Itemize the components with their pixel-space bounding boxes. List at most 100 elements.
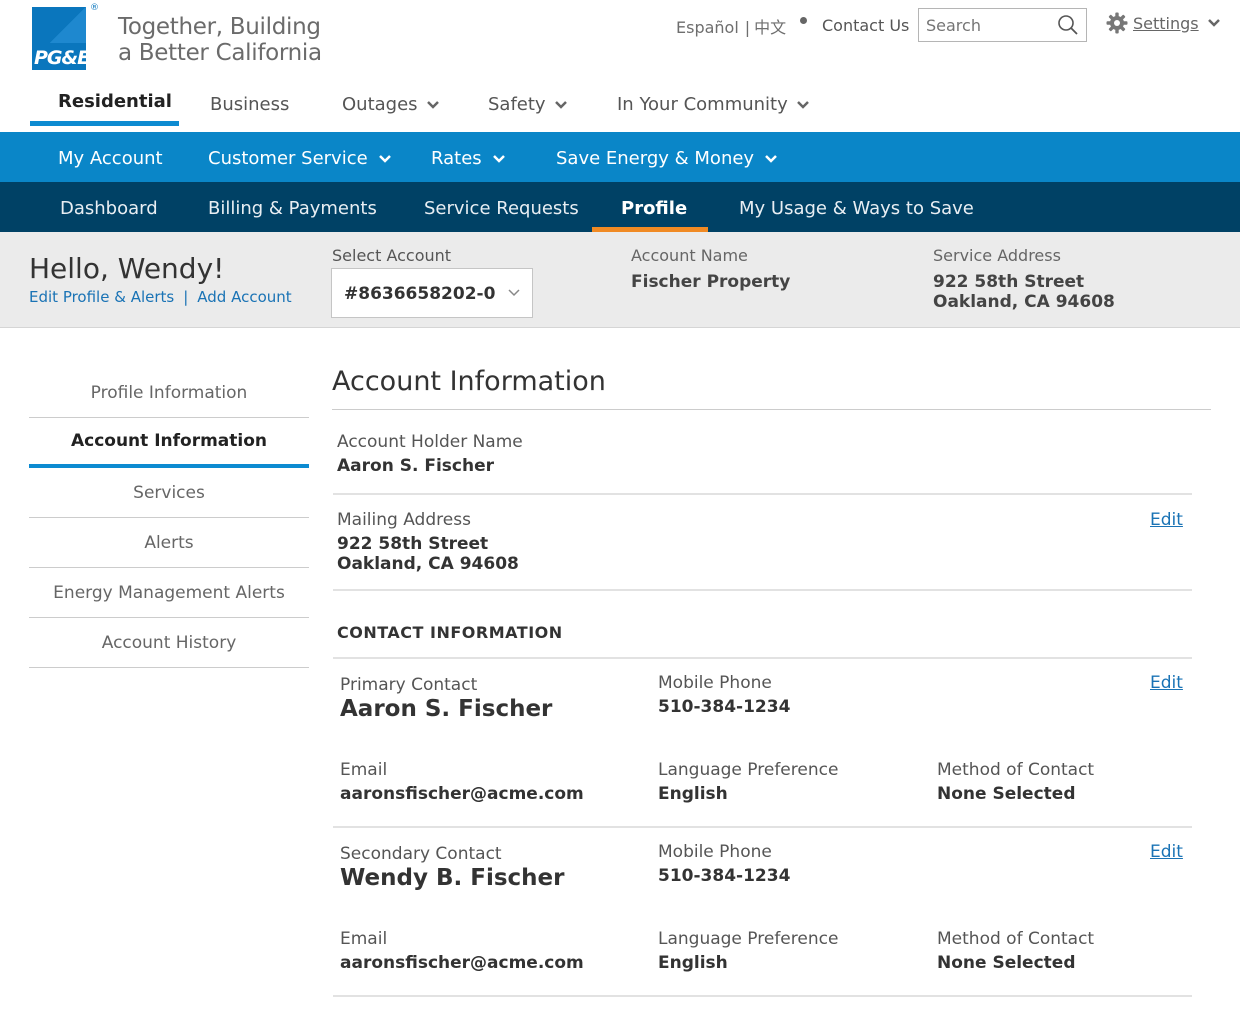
row-divider	[333, 589, 1192, 591]
profile-sidebar: Profile Information Account Information …	[29, 368, 309, 668]
account-select[interactable]: #8636658202-0	[331, 268, 533, 318]
lang-chinese-link[interactable]: 中文	[754, 18, 786, 37]
contact-us-link[interactable]: Contact Us	[822, 16, 909, 35]
sidebar-item-alerts[interactable]: Alerts	[29, 518, 309, 568]
chevron-down-icon	[378, 154, 391, 163]
nav-my-usage[interactable]: My Usage & Ways to Save	[739, 198, 974, 219]
language-switcher: Español | 中文	[676, 14, 786, 38]
secondary-nav: My Account Customer Service Rates Save E…	[0, 132, 1240, 182]
secondary-email-value: aaronsfischer@acme.com	[340, 953, 584, 973]
mailing-address-value: 922 58th Street Oakland, CA 94608	[337, 534, 519, 574]
lang-spanish-link[interactable]: Español	[676, 18, 739, 37]
secondary-mobile-value: 510-384-1234	[658, 866, 791, 886]
row-divider	[333, 657, 1192, 659]
nav-rates[interactable]: Rates	[431, 148, 506, 169]
nav-profile[interactable]: Profile	[621, 198, 687, 219]
sidebar-item-services[interactable]: Services	[29, 468, 309, 518]
tagline-line2: a Better California	[118, 40, 322, 66]
secondary-method-value: None Selected	[937, 953, 1076, 973]
logo-text: PG&E	[34, 47, 90, 69]
row-divider	[333, 995, 1192, 997]
secondary-contact-name: Wendy B. Fischer	[340, 865, 565, 891]
account-nav: Dashboard Billing & Payments Service Req…	[0, 182, 1240, 232]
chevron-down-icon	[1207, 19, 1220, 27]
site-header: ® PG&E Together, Building a Better Calif…	[0, 0, 1240, 80]
chevron-down-icon	[796, 100, 809, 109]
nav-in-your-community[interactable]: In Your Community	[617, 94, 810, 115]
nav-billing-payments[interactable]: Billing & Payments	[208, 198, 377, 219]
page-title: Account Information	[332, 366, 606, 397]
registered-mark: ®	[90, 3, 99, 13]
secondary-method-label: Method of Contact	[937, 929, 1095, 949]
settings-label: Settings	[1133, 13, 1199, 33]
primary-method-label: Method of Contact	[937, 760, 1095, 780]
greeting: Hello, Wendy!	[29, 252, 225, 285]
edit-mailing-address-button[interactable]: Edit	[1150, 510, 1183, 530]
service-address-label: Service Address	[933, 246, 1061, 265]
chevron-down-icon	[765, 154, 777, 163]
account-summary-bar: Hello, Wendy! Edit Profile & Alerts | Ad…	[0, 232, 1240, 328]
sidebar-item-account-information[interactable]: Account Information	[29, 418, 309, 468]
nav-customer-service[interactable]: Customer Service	[208, 148, 392, 169]
edit-primary-contact-button[interactable]: Edit	[1150, 673, 1183, 693]
nav-outages-label: Outages	[342, 94, 418, 115]
title-divider	[332, 409, 1211, 410]
sidebar-item-energy-management-alerts[interactable]: Energy Management Alerts	[29, 568, 309, 618]
gear-icon	[1106, 12, 1128, 34]
nav-my-account[interactable]: My Account	[58, 148, 163, 169]
secondary-email-label: Email	[340, 929, 388, 949]
search-input[interactable]	[919, 9, 1049, 41]
tagline: Together, Building a Better California	[118, 14, 322, 66]
primary-email-label: Email	[340, 760, 388, 780]
primary-mobile-value: 510-384-1234	[658, 697, 791, 717]
contact-information-heading: CONTACT INFORMATION	[337, 623, 563, 642]
pge-logo[interactable]: ® PG&E	[32, 3, 99, 70]
lang-separator: |	[744, 18, 751, 37]
service-address-value: 922 58th Street Oakland, CA 94608	[933, 272, 1115, 312]
primary-method-value: None Selected	[937, 784, 1076, 804]
bullet-dot	[800, 17, 807, 24]
primary-email-value: aaronsfischer@acme.com	[340, 784, 584, 804]
nav-rates-label: Rates	[431, 148, 482, 169]
secondary-language-label: Language Preference	[658, 929, 839, 949]
nav-business-label: Business	[210, 94, 290, 115]
primary-contact-name: Aaron S. Fischer	[340, 696, 553, 722]
nav-my-account-label: My Account	[58, 148, 163, 169]
account-name-label: Account Name	[631, 246, 748, 265]
nav-residential-label: Residential	[58, 91, 172, 112]
mailing-address-line1: 922 58th Street	[337, 534, 489, 554]
add-account-link[interactable]: Add Account	[197, 288, 291, 306]
active-tab-indicator	[30, 121, 179, 126]
chevron-down-icon	[554, 100, 567, 109]
logo-mark	[32, 7, 86, 43]
edit-profile-link[interactable]: Edit Profile & Alerts	[29, 288, 174, 306]
primary-language-value: English	[658, 784, 728, 804]
account-links: Edit Profile & Alerts | Add Account	[29, 288, 292, 306]
nav-save-energy-label: Save Energy & Money	[556, 148, 755, 169]
chevron-down-icon	[492, 154, 505, 163]
secondary-language-value: English	[658, 953, 728, 973]
nav-safety[interactable]: Safety	[488, 94, 568, 115]
mailing-address-line2: Oakland, CA 94608	[337, 554, 519, 574]
nav-community-label: In Your Community	[617, 94, 788, 115]
nav-residential[interactable]: Residential	[58, 91, 172, 112]
edit-secondary-contact-button[interactable]: Edit	[1150, 842, 1183, 862]
sidebar-item-account-history[interactable]: Account History	[29, 618, 309, 668]
holder-name-label: Account Holder Name	[337, 432, 523, 452]
nav-service-requests[interactable]: Service Requests	[424, 198, 579, 219]
nav-outages[interactable]: Outages	[342, 94, 440, 115]
sidebar-item-profile-information[interactable]: Profile Information	[29, 368, 309, 418]
primary-mobile-label: Mobile Phone	[658, 673, 772, 693]
nav-dashboard[interactable]: Dashboard	[60, 198, 158, 219]
primary-nav: Residential Business Outages Safety In Y…	[0, 80, 1240, 132]
primary-contact-label: Primary Contact	[340, 675, 478, 695]
nav-save-energy[interactable]: Save Energy & Money	[556, 148, 778, 169]
nav-business[interactable]: Business	[210, 94, 289, 115]
tagline-line1: Together, Building	[118, 14, 321, 40]
mailing-address-label: Mailing Address	[337, 510, 471, 530]
secondary-mobile-label: Mobile Phone	[658, 842, 772, 862]
row-divider	[333, 493, 1192, 495]
settings-menu[interactable]: Settings	[1106, 12, 1221, 34]
search-icon[interactable]	[1057, 14, 1079, 36]
search-box	[918, 8, 1087, 42]
